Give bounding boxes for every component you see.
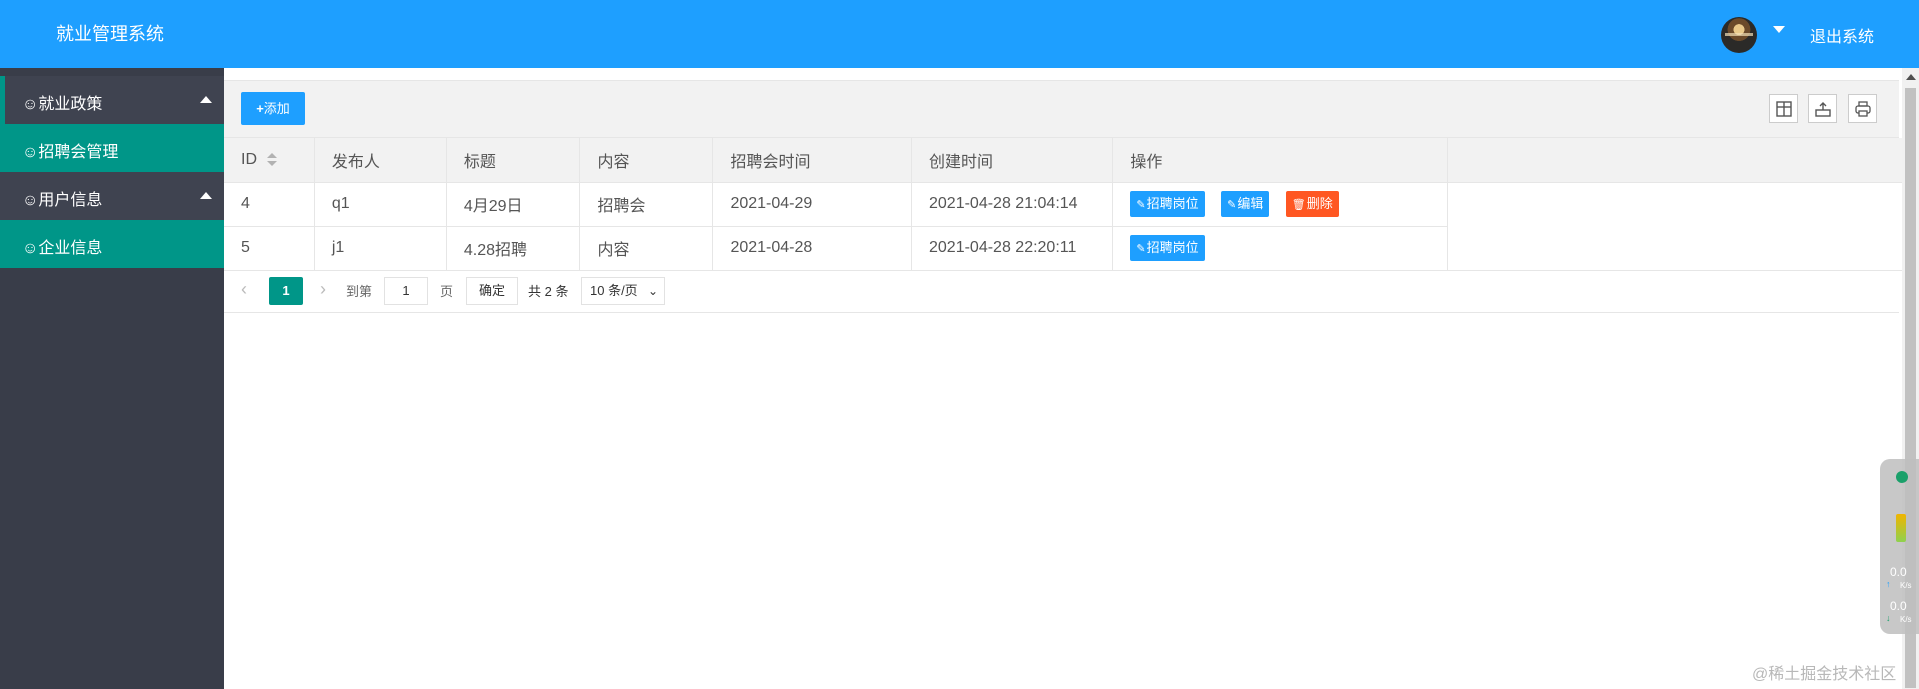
upload-unit: K/s <box>1900 581 1912 590</box>
menu-group-employment-policy[interactable]: ☺就业政策 <box>0 76 224 124</box>
pencil-icon: ✎ <box>1136 243 1146 255</box>
column-header-label: 发布人 <box>331 153 380 171</box>
job-positions-button[interactable]: ✎招聘岗位 <box>1130 191 1205 217</box>
add-button[interactable]: +添加 <box>241 92 305 125</box>
column-header-label: ID <box>241 150 257 168</box>
cell-publisher: q1 <box>314 182 447 227</box>
total-count-label: 共 2 条 <box>528 284 569 299</box>
goto-suffix-label: 页 <box>440 284 454 299</box>
button-label: 招聘岗位 <box>1146 196 1199 211</box>
column-header-label: 招聘会时间 <box>730 153 811 171</box>
page-size-value: 10 条/页 <box>590 283 638 298</box>
sidebar-item-company-info[interactable]: ☺企业信息 <box>0 220 224 268</box>
watermark: @稀土掘金技术社区 <box>1752 666 1897 683</box>
column-header-title: 标题 <box>446 138 581 183</box>
print-icon[interactable] <box>1848 94 1877 123</box>
plus-icon: + <box>256 101 264 116</box>
app-title: 就业管理系统 <box>56 24 164 44</box>
cell-content: 内容 <box>579 226 714 271</box>
table-row: 4 q1 4月29日 招聘会 2021-04-29 2021-04-28 21:… <box>224 182 1902 227</box>
page-size-select[interactable]: 10 条/页 ⌄ <box>581 277 665 305</box>
logout-link[interactable]: 退出系统 <box>1810 23 1874 47</box>
cell-content: 招聘会 <box>579 182 714 227</box>
menu-group-user-info[interactable]: ☺用户信息 <box>0 172 224 220</box>
main-content: +添加 ID 发布人 标题 内容 招聘会时间 创建时间 操作 4 q1 4月29… <box>224 68 1902 689</box>
cell-fair-time: 2021-04-28 <box>712 226 912 271</box>
download-rate: 0.0 <box>1890 599 1907 613</box>
table-filler-cell <box>1447 226 1902 271</box>
status-dot-icon <box>1896 471 1908 483</box>
sidebar-item-label: ☺招聘会管理 <box>22 144 119 161</box>
pagination: ‹ 1 › 到第 1 页 确定 共 2 条 10 条/页 ⌄ <box>224 268 1899 313</box>
column-header-id[interactable]: ID <box>224 138 315 183</box>
cell-id: 4 <box>224 182 315 227</box>
button-label: 删除 <box>1306 196 1333 211</box>
table-filler-cell <box>1447 138 1902 183</box>
prev-page-icon[interactable]: ‹ <box>241 279 247 300</box>
sidebar-item-label: ☺企业信息 <box>22 240 103 257</box>
cell-actions: ✎招聘岗位 ✎编辑 🗑删除 <box>1112 182 1449 227</box>
cell-publisher: j1 <box>314 226 447 271</box>
pencil-icon: ✎ <box>1227 199 1237 211</box>
columns-filter-icon[interactable] <box>1769 94 1798 123</box>
job-positions-button[interactable]: ✎招聘岗位 <box>1130 235 1205 261</box>
goto-prefix-label: 到第 <box>346 284 373 299</box>
column-header-actions: 操作 <box>1112 138 1449 183</box>
chevron-down-icon: ⌄ <box>647 284 658 298</box>
sort-icon[interactable] <box>267 152 277 167</box>
goto-page-input[interactable]: 1 <box>384 277 428 305</box>
column-header-fair-time: 招聘会时间 <box>712 138 912 183</box>
cell-created-time: 2021-04-28 21:04:14 <box>911 182 1114 227</box>
column-header-created-time: 创建时间 <box>911 138 1114 183</box>
column-header-content: 内容 <box>579 138 714 183</box>
menu-group-label: ☺就业政策 <box>22 96 103 113</box>
download-arrow-icon: ↓ <box>1886 613 1891 623</box>
caret-down-icon[interactable] <box>1773 26 1785 33</box>
user-avatar[interactable] <box>1721 17 1757 53</box>
confirm-page-button[interactable]: 确定 <box>466 277 518 305</box>
network-monitor-widget[interactable]: 0.0 ↑ K/s 0.0 ↓ K/s <box>1880 459 1919 634</box>
table-row: 5 j1 4.28招聘 内容 2021-04-28 2021-04-28 22:… <box>224 226 1902 271</box>
add-button-label: 添加 <box>263 101 290 116</box>
upload-rate: 0.0 <box>1890 565 1907 579</box>
download-unit: K/s <box>1900 615 1912 624</box>
column-header-label: 标题 <box>463 153 496 171</box>
cell-fair-time: 2021-04-29 <box>712 182 912 227</box>
cell-id: 5 <box>224 226 315 271</box>
sidebar-item-job-fair-management[interactable]: ☺招聘会管理 <box>0 124 224 172</box>
cell-created-time: 2021-04-28 22:20:11 <box>911 226 1114 271</box>
column-header-publisher: 发布人 <box>314 138 447 183</box>
cell-title: 4.28招聘 <box>446 226 581 271</box>
menu-group-label: ☺用户信息 <box>22 192 103 209</box>
cell-actions: ✎招聘岗位 <box>1112 226 1449 271</box>
pencil-icon: ✎ <box>1136 199 1146 211</box>
load-bar-icon <box>1896 514 1906 542</box>
cell-title: 4月29日 <box>446 182 581 227</box>
column-header-label: 操作 <box>1130 153 1163 171</box>
column-header-label: 内容 <box>597 153 630 171</box>
table-filler-cell <box>1448 182 1902 226</box>
current-page-button[interactable]: 1 <box>269 277 303 305</box>
upload-arrow-icon: ↑ <box>1886 579 1891 589</box>
sidebar: ☺就业政策 ☺招聘会管理 ☺用户信息 ☺企业信息 <box>0 68 224 689</box>
next-page-icon[interactable]: › <box>320 279 326 300</box>
trash-icon: 🗑 <box>1291 199 1306 211</box>
caret-up-icon <box>200 96 212 103</box>
delete-button[interactable]: 🗑删除 <box>1285 191 1339 217</box>
button-label: 招聘岗位 <box>1146 240 1199 255</box>
top-header: 就业管理系统 退出系统 <box>0 0 1919 68</box>
caret-up-icon <box>200 192 212 199</box>
scroll-up-icon[interactable] <box>1906 74 1916 80</box>
edit-button[interactable]: ✎编辑 <box>1221 191 1270 217</box>
button-label: 编辑 <box>1237 196 1264 211</box>
export-icon[interactable] <box>1808 94 1837 123</box>
column-header-label: 创建时间 <box>929 153 994 171</box>
active-accent-bar <box>0 76 5 124</box>
table-toolbar: +添加 <box>224 80 1899 138</box>
table-header-row: ID 发布人 标题 内容 招聘会时间 创建时间 操作 <box>224 138 1902 183</box>
job-fair-table: ID 发布人 标题 内容 招聘会时间 创建时间 操作 4 q1 4月29日 招聘… <box>224 138 1902 271</box>
